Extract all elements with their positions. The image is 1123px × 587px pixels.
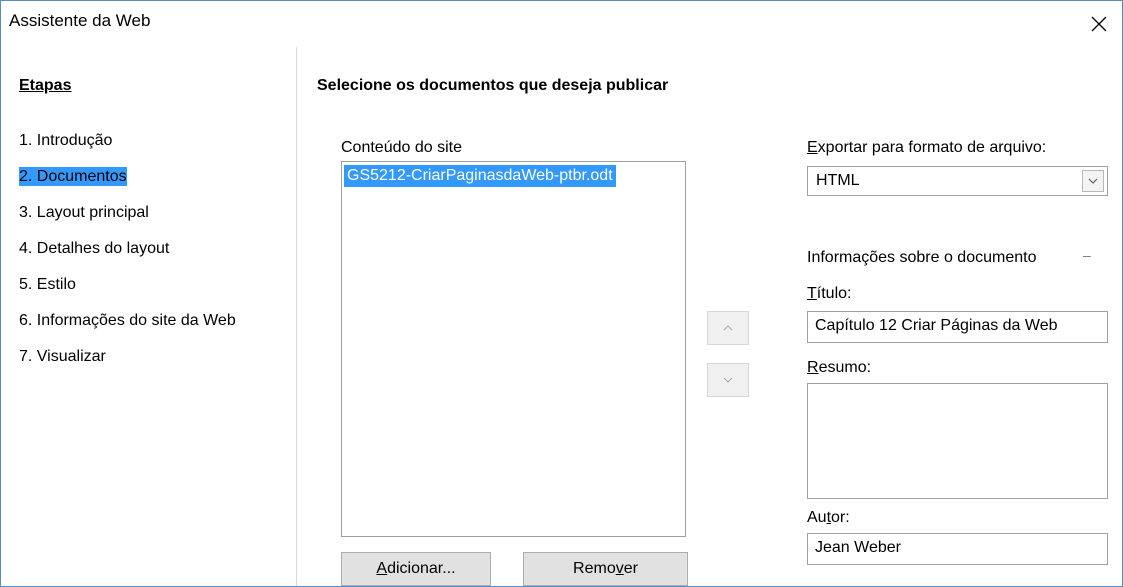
web-wizard-dialog: Assistente da Web Etapas 1. Introdução 2… [0, 0, 1123, 587]
export-format-select[interactable]: HTML [807, 166, 1108, 196]
remove-button[interactable]: Remo v er [523, 552, 688, 586]
title-label-mnemonic: T [807, 285, 817, 302]
step-layout-principal[interactable]: 3. Layout principal [19, 203, 236, 239]
summary-field[interactable] [807, 383, 1108, 499]
step-documentos[interactable]: 2. Documentos [19, 167, 236, 203]
remove-label-pre: Remo [573, 560, 616, 577]
window-title: Assistente da Web [9, 11, 151, 30]
steps-sidebar: Etapas 1. Introdução 2. Documentos 3. La… [1, 47, 297, 586]
title-label: Título: [807, 285, 851, 303]
close-button[interactable] [1076, 1, 1122, 47]
export-label-mnemonic: E [807, 139, 818, 156]
author-field[interactable]: Jean Weber [807, 533, 1108, 565]
step-label: 1. Introdução [19, 132, 113, 149]
close-icon [1091, 16, 1107, 32]
summary-label-mnemonic: R [807, 359, 819, 376]
step-label: 7. Visualizar [19, 348, 106, 365]
step-label: 2. Documentos [19, 167, 127, 186]
site-content-list[interactable]: GS5212-CriarPaginasdaWeb-ptbr.odt [341, 161, 686, 537]
site-content-label: Conteúdo do site [341, 139, 462, 156]
add-button[interactable]: Adicionar... [341, 552, 491, 586]
export-format-value: HTML [816, 172, 860, 189]
steps-list: 1. Introdução 2. Documentos 3. Layout pr… [19, 131, 236, 383]
step-label: 5. Estilo [19, 276, 76, 293]
step-label: 6. Informações do site da Web [19, 312, 236, 329]
summary-label-post: esumo: [818, 359, 872, 376]
step-label: 3. Layout principal [19, 204, 149, 221]
main-panel: Selecione os documentos que deseja publi… [297, 47, 1122, 586]
step-estilo[interactable]: 5. Estilo [19, 275, 236, 311]
page-title: Selecione os documentos que deseja publi… [317, 77, 669, 94]
title-bar: Assistente da Web [1, 1, 1122, 47]
move-up-button[interactable] [707, 311, 749, 345]
step-label: 4. Detalhes do layout [19, 240, 170, 257]
export-format-label: Exportar para formato de arquivo: [807, 139, 1046, 157]
step-visualizar[interactable]: 7. Visualizar [19, 347, 236, 383]
chevron-down-icon [1088, 178, 1098, 184]
chevron-down-icon [723, 377, 733, 383]
steps-header: Etapas [19, 77, 72, 94]
author-label-pre: Au [807, 509, 827, 526]
author-label-post: or: [831, 509, 850, 526]
dropdown-button[interactable] [1082, 170, 1104, 192]
title-label-post: ítulo: [816, 285, 852, 302]
add-label-post: dicionar... [387, 560, 456, 577]
doc-info-label: Informações sobre o documento [807, 249, 1037, 266]
remove-label-post: er [623, 560, 638, 577]
add-label-mnemonic: A [376, 560, 388, 577]
step-introducao[interactable]: 1. Introdução [19, 131, 236, 167]
author-label: Autor: [807, 509, 850, 527]
title-field[interactable]: Capítulo 12 Criar Páginas da Web [807, 311, 1108, 343]
chevron-up-icon [723, 325, 733, 331]
list-item[interactable]: GS5212-CriarPaginasdaWeb-ptbr.odt [344, 165, 616, 187]
step-informacoes-site[interactable]: 6. Informações do site da Web [19, 311, 236, 347]
remove-label-mnemonic: v [615, 560, 624, 577]
doc-info-toggle[interactable]: – [1083, 247, 1091, 263]
move-down-button[interactable] [707, 363, 749, 397]
summary-label: Resumo: [807, 359, 871, 377]
export-label-post: xportar para formato de arquivo: [817, 139, 1047, 156]
step-detalhes-layout[interactable]: 4. Detalhes do layout [19, 239, 236, 275]
